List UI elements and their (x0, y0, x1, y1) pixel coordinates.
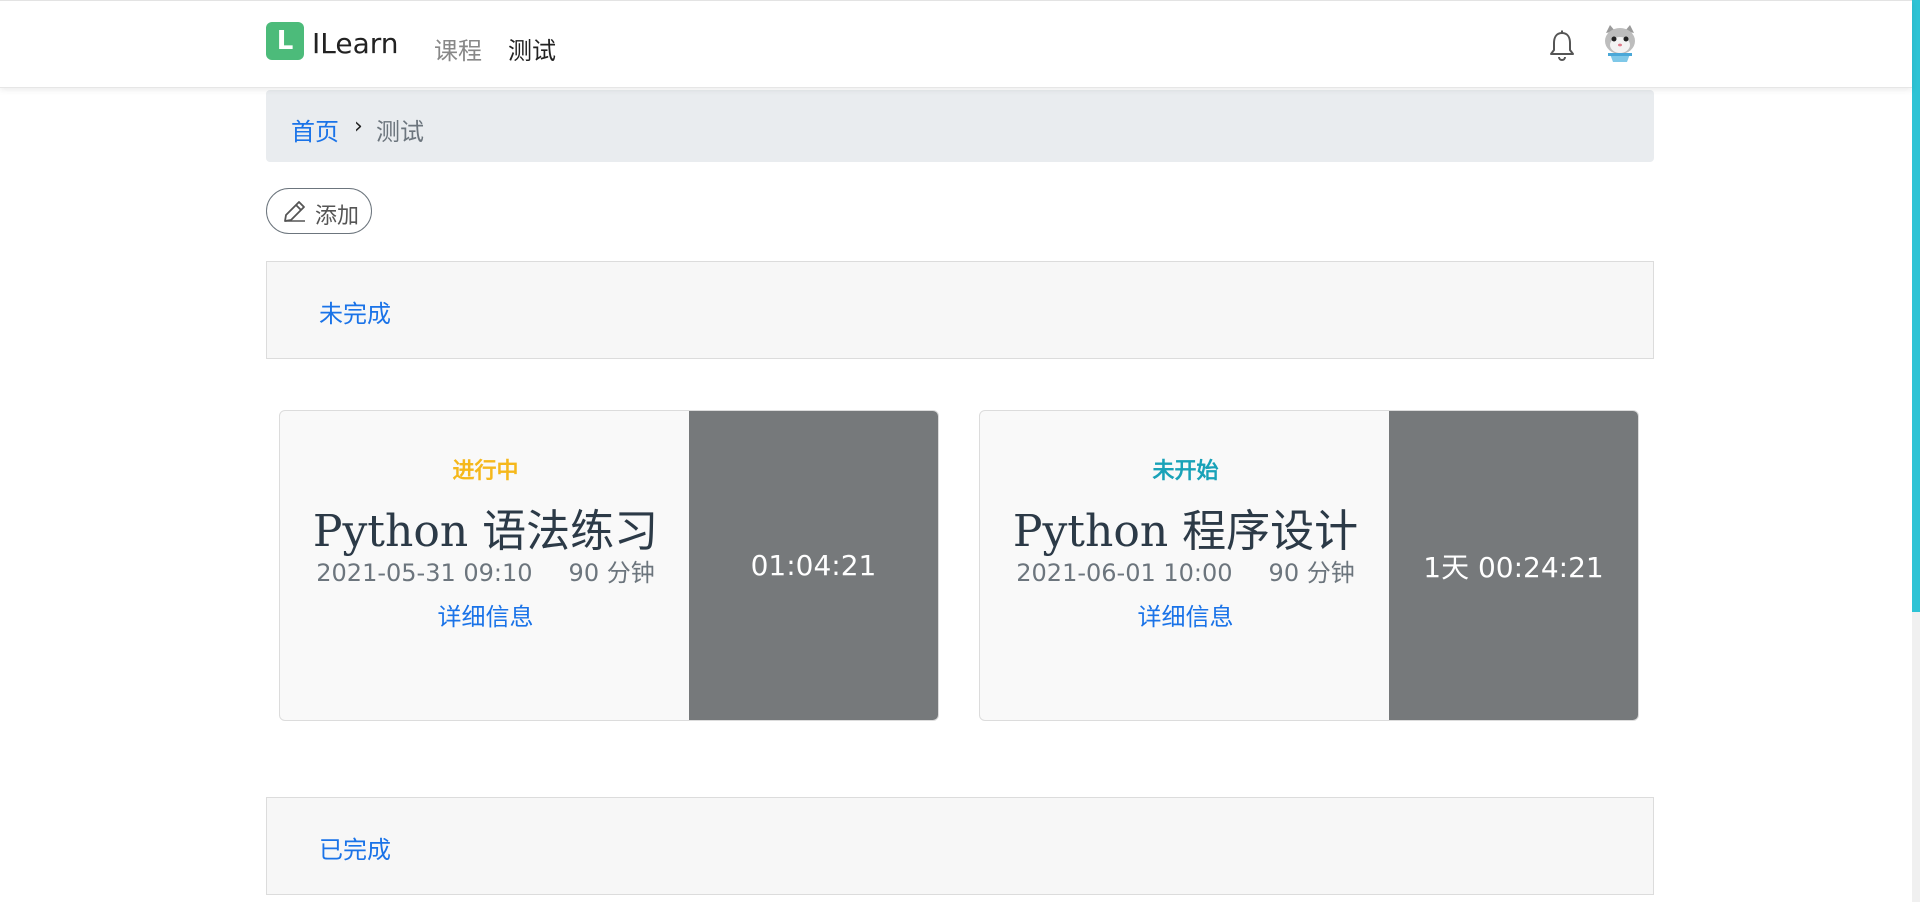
nav-link-courses[interactable]: 课程 (434, 31, 482, 66)
nav-link-tests[interactable]: 测试 (508, 31, 556, 66)
exam-duration: 90 分钟 (1268, 559, 1355, 587)
page-scrollbar-thumb[interactable] (1912, 0, 1920, 612)
exam-datetime: 2021-05-31 09:10 (316, 559, 533, 587)
exam-datetime: 2021-06-01 10:00 (1016, 559, 1233, 587)
section-complete-toggle[interactable]: 已完成 (319, 830, 391, 865)
exam-title: Python 语法练习 (312, 506, 659, 557)
exam-meta: 2021-06-01 10:00 90 分钟 (980, 553, 1391, 588)
exam-detail-link[interactable]: 详细信息 (980, 597, 1391, 632)
section-incomplete-toggle[interactable]: 未完成 (319, 294, 391, 329)
exam-countdown: 01:04:21 (689, 411, 938, 720)
bell-icon[interactable] (1546, 29, 1578, 63)
add-test-button[interactable]: 添加 (266, 188, 372, 234)
exam-countdown: 1天 00:24:21 (1389, 411, 1638, 720)
exam-title: Python 程序设计 (1012, 506, 1359, 557)
exam-card: 进行中 Python 语法练习 2021-05-31 09:10 90 分钟 详细… (279, 410, 939, 721)
add-button-label: 添加 (315, 204, 360, 229)
exam-duration: 90 分钟 (568, 559, 655, 587)
exam-meta: 2021-05-31 09:10 90 分钟 (280, 553, 691, 588)
section-incomplete: 未完成 (266, 261, 1654, 359)
top-navbar: L ILearn 课程 测试 (0, 0, 1912, 88)
breadcrumb-current: 测试 (376, 118, 424, 146)
exam-info: 未开始 Python 程序设计 2021-06-01 10:00 90 分钟 详细… (980, 411, 1391, 720)
exam-detail-link[interactable]: 详细信息 (280, 597, 691, 632)
exam-info: 进行中 Python 语法练习 2021-05-31 09:10 90 分钟 详细… (280, 411, 691, 720)
section-complete: 已完成 (266, 797, 1654, 895)
exam-status-badge: 未开始 (1152, 459, 1219, 484)
exam-status-badge: 进行中 (452, 459, 519, 484)
pencil-icon (284, 201, 305, 222)
breadcrumb-home-link[interactable]: 首页 (291, 112, 339, 147)
user-avatar[interactable] (1600, 23, 1640, 63)
breadcrumb-separator: › (354, 114, 363, 139)
brand-name[interactable]: ILearn (312, 27, 399, 60)
logo-icon[interactable]: L (266, 22, 304, 60)
breadcrumb: 首页 › 测试 (266, 90, 1654, 162)
exam-card: 未开始 Python 程序设计 2021-06-01 10:00 90 分钟 详细… (979, 410, 1639, 721)
